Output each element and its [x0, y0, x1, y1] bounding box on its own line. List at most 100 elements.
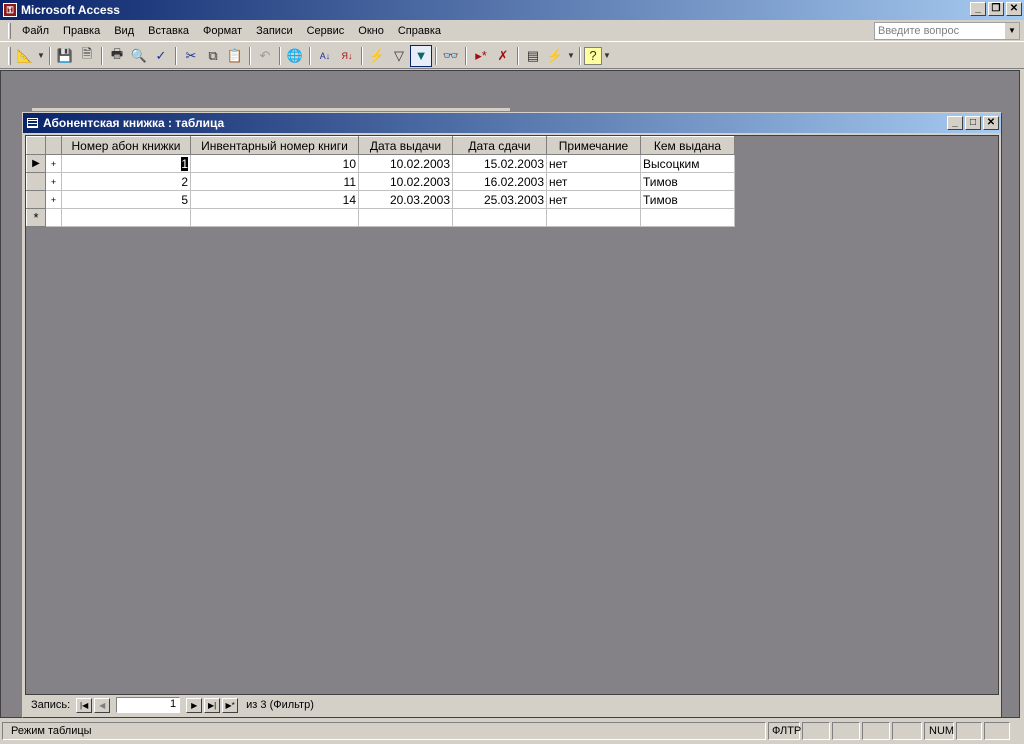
spelling-icon[interactable]: ✓ — [150, 45, 172, 67]
menu-format[interactable]: Формат — [196, 25, 249, 37]
column-header[interactable]: Номер абон книжки — [61, 136, 191, 155]
minimize-button[interactable]: _ — [947, 116, 963, 130]
app-title: Microsoft Access — [21, 3, 120, 17]
new-record-asterisk-icon[interactable]: * — [26, 208, 46, 227]
status-bar: Режим таблицы ФЛТР NUM — [0, 720, 1024, 742]
cell[interactable]: 14 — [190, 190, 359, 209]
file-search-icon[interactable]: 🗎 — [76, 45, 98, 67]
cell[interactable]: 20.03.2003 — [358, 190, 453, 209]
close-button[interactable]: ✕ — [983, 116, 999, 130]
cell[interactable]: 10.02.2003 — [358, 172, 453, 191]
menu-edit[interactable]: Правка — [56, 25, 107, 37]
menu-view[interactable]: Вид — [107, 25, 141, 37]
menu-tools[interactable]: Сервис — [300, 25, 352, 37]
cell[interactable] — [452, 208, 547, 227]
menu-insert[interactable]: Вставка — [141, 25, 196, 37]
find-binoculars-icon[interactable]: 👓 — [440, 45, 462, 67]
copy-icon[interactable]: ⧉ — [202, 45, 224, 67]
cell[interactable] — [640, 208, 735, 227]
print-icon[interactable]: 🖶 — [106, 45, 128, 67]
divider — [465, 46, 467, 65]
toolbar: 📐 ▼ 💾 🗎 🖶 🔍 ✓ ✂ ⧉ 📋 ↶ 🌐 А↓ Я↓ ⚡ ▽ ▼ 👓 ▸* … — [0, 43, 1024, 69]
cell[interactable]: нет — [546, 172, 641, 191]
new-object-icon[interactable]: ⚡ — [544, 45, 566, 67]
column-header[interactable]: Инвентарный номер книги — [190, 136, 359, 155]
divider — [101, 46, 103, 65]
menu-window[interactable]: Окно — [351, 25, 391, 37]
cell[interactable] — [190, 208, 359, 227]
cell[interactable]: 10.02.2003 — [358, 154, 453, 173]
next-record-button[interactable]: ▶ — [186, 697, 203, 713]
cut-icon[interactable]: ✂ — [180, 45, 202, 67]
filter-by-form-icon[interactable]: ▽ — [388, 45, 410, 67]
new-record-row: * — [26, 208, 735, 227]
column-header[interactable]: Дата выдачи — [358, 136, 453, 155]
cell[interactable]: Тимов — [640, 172, 735, 191]
record-number-input[interactable]: 1 — [116, 697, 181, 713]
divider — [175, 46, 177, 65]
cell[interactable]: 11 — [190, 172, 359, 191]
design-view-icon[interactable]: 📐 — [14, 45, 36, 67]
last-record-button[interactable]: ▶| — [204, 697, 221, 713]
maximize-button[interactable]: □ — [965, 116, 981, 130]
menu-records[interactable]: Записи — [249, 25, 300, 37]
expand-icon[interactable]: + — [45, 190, 62, 209]
menu-help[interactable]: Справка — [391, 25, 448, 37]
column-header[interactable]: Кем выдана — [640, 136, 735, 155]
help-icon[interactable]: ? — [584, 46, 602, 65]
restore-button[interactable]: ❐ — [988, 2, 1004, 16]
record-selector[interactable] — [26, 172, 46, 191]
new-record-button[interactable]: ▶* — [222, 697, 239, 713]
column-header[interactable]: Дата сдачи — [452, 136, 547, 155]
cell[interactable] — [45, 208, 62, 227]
apply-filter-icon[interactable]: ▼ — [410, 44, 432, 67]
cell[interactable]: 15.02.2003 — [452, 154, 547, 173]
previous-record-button[interactable]: ◀ — [94, 697, 111, 713]
cell[interactable]: Высоцким — [640, 154, 735, 173]
save-icon[interactable]: 💾 — [54, 45, 76, 67]
new-record-icon[interactable]: ▸* — [470, 45, 492, 67]
chevron-down-icon[interactable]: ▼ — [1005, 23, 1019, 39]
menu-grip[interactable] — [8, 22, 11, 39]
database-window-icon[interactable]: ▤ — [522, 45, 544, 67]
first-record-button[interactable]: |◀ — [76, 697, 93, 713]
cell[interactable]: нет — [546, 154, 641, 173]
cell[interactable]: 10 — [190, 154, 359, 173]
sort-ascending-icon[interactable]: А↓ — [314, 45, 336, 67]
minimize-button[interactable]: _ — [970, 2, 986, 16]
sort-descending-icon[interactable]: Я↓ — [336, 45, 358, 67]
chevron-down-icon[interactable]: ▼ — [36, 45, 46, 67]
expand-icon[interactable]: + — [45, 172, 62, 191]
cell[interactable]: нет — [546, 190, 641, 209]
filter-by-selection-icon[interactable]: ⚡ — [366, 45, 388, 67]
current-record-icon[interactable]: ▶ — [26, 154, 46, 173]
table-row: + 2 11 10.02.2003 16.02.2003 нет Тимов — [26, 172, 735, 191]
print-preview-icon[interactable]: 🔍 — [128, 45, 150, 67]
delete-record-icon[interactable]: ✗ — [492, 45, 514, 67]
paste-icon[interactable]: 📋 — [224, 45, 246, 67]
divider — [579, 46, 581, 65]
cell[interactable]: 2 — [61, 172, 191, 191]
chevron-down-icon[interactable]: ▼ — [602, 45, 612, 67]
cell[interactable] — [546, 208, 641, 227]
expand-icon[interactable]: + — [45, 154, 62, 173]
chevron-down-icon[interactable]: ▼ — [566, 45, 576, 67]
status-panel — [892, 722, 922, 740]
menu-file[interactable]: Файл — [15, 25, 56, 37]
hyperlink-icon[interactable]: 🌐 — [284, 45, 306, 67]
select-all[interactable] — [26, 136, 46, 155]
record-selector[interactable] — [26, 190, 46, 209]
cell[interactable] — [358, 208, 453, 227]
close-button[interactable]: ✕ — [1006, 2, 1022, 16]
column-header[interactable]: Примечание — [546, 136, 641, 155]
undo-icon[interactable]: ↶ — [254, 45, 276, 67]
ask-question-box[interactable]: Введите вопрос ▼ — [874, 22, 1020, 40]
cell[interactable]: Тимов — [640, 190, 735, 209]
toolbar-grip[interactable] — [8, 46, 11, 65]
cell-value: 1 — [181, 156, 188, 171]
cell[interactable]: 16.02.2003 — [452, 172, 547, 191]
cell[interactable]: 25.03.2003 — [452, 190, 547, 209]
cell[interactable]: 1 — [61, 154, 191, 173]
cell[interactable] — [61, 208, 191, 227]
cell[interactable]: 5 — [61, 190, 191, 209]
